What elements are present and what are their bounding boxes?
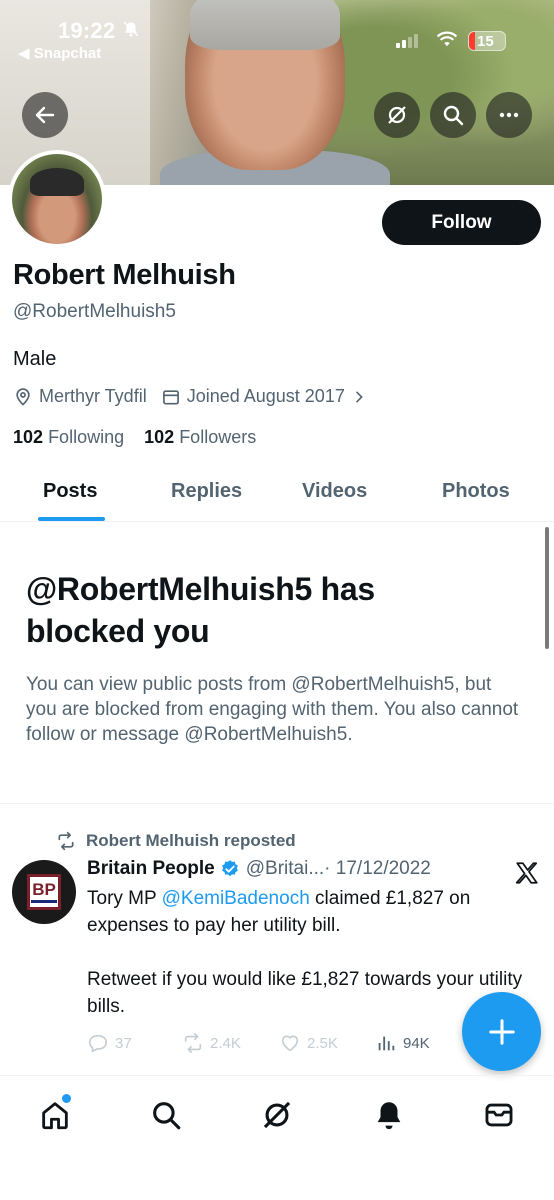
followers-label: Followers xyxy=(179,427,257,447)
following-count: 102 xyxy=(13,427,44,447)
divider xyxy=(0,1075,554,1076)
home-tab[interactable] xyxy=(38,1098,72,1132)
notifications-tab[interactable] xyxy=(372,1098,406,1132)
followers-count: 102 xyxy=(144,427,175,447)
repost-label: Robert Melhuish reposted xyxy=(86,831,296,850)
search-button[interactable] xyxy=(430,92,476,138)
explore-tab[interactable] xyxy=(149,1098,183,1132)
more-icon xyxy=(499,112,519,118)
battery-fill xyxy=(469,32,475,50)
silent-mode-icon xyxy=(122,20,140,43)
post-header: Britain People @Britai... · 17/12/2022 xyxy=(87,858,431,880)
verified-badge-icon xyxy=(221,860,238,877)
bottom-navigation xyxy=(0,1082,554,1200)
avatar-helmet xyxy=(30,168,84,196)
grok-icon xyxy=(388,106,406,124)
scrollbar[interactable] xyxy=(545,527,549,649)
home-icon xyxy=(42,1102,68,1130)
status-time: 19:22 xyxy=(58,18,116,43)
back-to-app-link[interactable]: ◀ Snapchat xyxy=(18,44,101,62)
avatar-initials: BP xyxy=(32,879,56,899)
grok-icon xyxy=(263,1101,291,1129)
views-count: 94K xyxy=(403,1034,430,1052)
profile-location: Merthyr Tydfil xyxy=(13,386,147,407)
tab-videos[interactable]: Videos xyxy=(302,480,367,503)
followers-link[interactable]: 102 Followers xyxy=(144,427,256,447)
tab-photos[interactable]: Photos xyxy=(442,480,510,503)
profile-tabs: Posts Replies Videos Photos xyxy=(0,466,554,522)
search-icon xyxy=(443,105,464,126)
tab-posts[interactable]: Posts xyxy=(43,480,97,503)
views-button[interactable]: 94K xyxy=(375,1032,430,1054)
avatar-photo xyxy=(12,154,102,244)
post-actions: 37 2.4K 2.5K 94K xyxy=(87,1032,447,1058)
following-label: Following xyxy=(48,427,125,447)
repost-icon xyxy=(58,831,74,851)
views-icon xyxy=(378,1036,395,1051)
divider xyxy=(0,803,554,804)
bell-icon xyxy=(377,1102,401,1130)
location-text: Merthyr Tydfil xyxy=(39,386,147,406)
britain-people-logo: BP xyxy=(27,874,61,910)
profile-name: Robert Melhuish xyxy=(13,259,236,291)
blocked-title: @RobertMelhuish5 has blocked you xyxy=(26,571,375,649)
battery-indicator: 15 xyxy=(468,31,506,51)
location-pin-icon xyxy=(16,387,30,406)
messages-tab[interactable] xyxy=(482,1098,516,1132)
post-text: Tory MP @KemiBadenoch claimed £1,827 on … xyxy=(87,885,527,1020)
profile-avatar[interactable] xyxy=(8,150,106,248)
mail-icon xyxy=(485,1103,513,1127)
like-count: 2.5K xyxy=(307,1034,338,1052)
plus-icon xyxy=(488,1018,515,1045)
profile-meta: Merthyr Tydfil Joined August 2017 xyxy=(13,386,387,407)
joined-text: Joined August 2017 xyxy=(186,386,345,406)
heart-icon xyxy=(281,1035,299,1052)
chevron-right-icon xyxy=(356,391,363,402)
battery-level: 15 xyxy=(477,33,494,50)
repost-indicator: Robert Melhuish reposted xyxy=(56,831,296,851)
blocked-description: You can view public posts from @RobertMe… xyxy=(26,674,519,745)
wifi-icon xyxy=(436,31,458,47)
post-author-handle[interactable]: @Britai... xyxy=(246,858,324,880)
more-options-button[interactable] xyxy=(486,92,532,138)
post-author-name[interactable]: Britain People xyxy=(87,858,215,880)
active-tab-indicator xyxy=(38,517,105,521)
repost-button[interactable]: 2.4K xyxy=(182,1032,241,1054)
back-button[interactable] xyxy=(22,92,68,138)
logo-bar xyxy=(31,899,57,903)
repost-icon xyxy=(184,1033,202,1053)
cellular-signal-icon xyxy=(396,34,418,48)
post-date[interactable]: · 17/12/2022 xyxy=(324,858,431,880)
like-button[interactable]: 2.5K xyxy=(279,1032,338,1054)
post-mention-link[interactable]: @KemiBadenoch xyxy=(162,888,310,909)
profile-handle: @RobertMelhuish5 xyxy=(13,301,176,322)
reply-button[interactable]: 37 xyxy=(87,1032,132,1054)
reply-icon xyxy=(88,1034,108,1053)
search-icon xyxy=(153,1102,181,1130)
tab-replies[interactable]: Replies xyxy=(171,480,242,503)
x-logo-icon xyxy=(515,862,538,884)
post-text-before: Tory MP xyxy=(87,888,162,909)
grok-button[interactable] xyxy=(374,92,420,138)
repost-count: 2.4K xyxy=(210,1034,241,1052)
follow-counts: 102 Following 102 Followers xyxy=(13,427,256,448)
following-link[interactable]: 102 Following xyxy=(13,427,124,447)
compose-button[interactable] xyxy=(462,992,541,1071)
follow-button[interactable]: Follow xyxy=(382,200,541,245)
post-author-avatar[interactable]: BP xyxy=(12,860,76,924)
status-bar: 19:22 ◀ Snapchat 15 xyxy=(0,0,554,70)
calendar-icon xyxy=(162,389,179,404)
profile-bio: Male xyxy=(13,348,57,370)
grok-tab[interactable] xyxy=(260,1098,294,1132)
profile-joined[interactable]: Joined August 2017 xyxy=(161,386,373,407)
back-arrow-icon xyxy=(35,106,55,124)
reply-count: 37 xyxy=(115,1034,132,1052)
